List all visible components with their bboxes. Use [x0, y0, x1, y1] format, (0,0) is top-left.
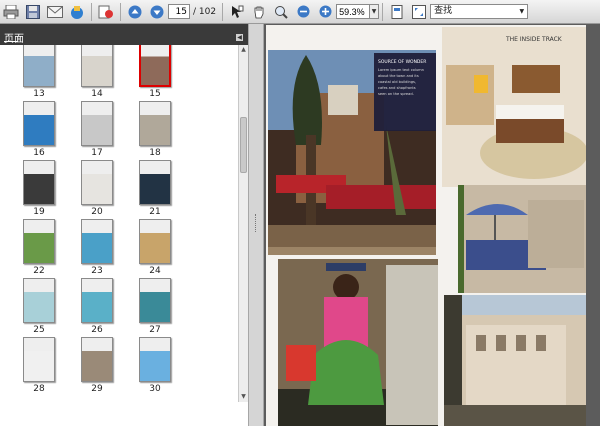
page-thumbnail[interactable]: [139, 337, 171, 382]
page-thumbnail[interactable]: [139, 45, 171, 87]
zoom-tool-icon: [275, 5, 288, 19]
prev-page-button[interactable]: [126, 3, 144, 21]
page-thumbnail[interactable]: [81, 45, 113, 87]
magazine-spread: SOURCE OF WONDER Lorem ipsum text column…: [266, 25, 586, 426]
find-input[interactable]: 查找 ▼: [430, 4, 529, 19]
prev-page-icon: [128, 5, 142, 18]
full-screen-icon: [412, 4, 427, 19]
page-thumbnail[interactable]: [81, 337, 113, 382]
page-thumbnail-label: 28: [33, 384, 45, 394]
print-icon: [3, 4, 19, 19]
zoom-in-button[interactable]: [316, 3, 334, 21]
page-thumbnail[interactable]: [81, 101, 113, 146]
zoom-out-icon: [297, 5, 310, 18]
page-thumbnail[interactable]: [23, 101, 55, 146]
page-thumbnail[interactable]: [139, 160, 171, 205]
panel-splitter[interactable]: [248, 24, 264, 426]
page-thumbnail-label: 25: [33, 325, 45, 335]
collapse-panel-icon[interactable]: ◀: [236, 34, 243, 41]
zoom-in-icon: [319, 5, 332, 18]
caption-line: Lorem ipsum text column: [378, 68, 424, 72]
toolbar-separator: [91, 2, 92, 21]
page-thumbnail-label: 19: [33, 207, 45, 217]
toolbar-separator: [222, 2, 224, 21]
toolbar-separator: [382, 2, 384, 21]
caption-line: cafes and shopfronts: [378, 86, 416, 90]
page-thumbnail[interactable]: [139, 219, 171, 264]
page-thumbnail-label: 15: [149, 89, 161, 99]
toolbar-separator: [120, 2, 121, 21]
zoom-tool-button[interactable]: [272, 3, 290, 21]
page-thumbnail-label: 22: [33, 266, 45, 276]
zoom-out-button[interactable]: [294, 3, 312, 21]
page-thumbnail-label: 24: [149, 266, 161, 276]
page-thumbnail[interactable]: [81, 160, 113, 205]
panel-title-underline: [4, 41, 18, 42]
sign-icon: [98, 5, 113, 18]
zoom-dropdown[interactable]: ▼: [370, 4, 380, 19]
page-thumbnail-label: 14: [91, 89, 103, 99]
page-thumbnail-label: 20: [91, 207, 103, 217]
page-thumbnail[interactable]: [81, 219, 113, 264]
upload-button[interactable]: [68, 3, 86, 21]
full-screen-button[interactable]: [410, 3, 428, 21]
page-thumbnail[interactable]: [139, 278, 171, 323]
page-thumbnail[interactable]: [23, 160, 55, 205]
page-thumbnail-label: 29: [91, 384, 103, 394]
zoom-level-input[interactable]: [336, 4, 371, 19]
page-thumbnail[interactable]: [23, 219, 55, 264]
page-thumbnail[interactable]: [139, 101, 171, 146]
page-thumbnail-label: 27: [149, 325, 161, 335]
caption-line: about the town and its: [378, 74, 419, 78]
scrollbar-thumb[interactable]: [240, 117, 247, 173]
caption-line: coastal old buildings,: [378, 80, 416, 84]
magazine-header: THE INSIDE TRACK: [505, 36, 563, 43]
page-thumbnail[interactable]: [23, 45, 55, 87]
select-text-icon: [232, 5, 244, 18]
page-thumbnail-label: 13: [33, 89, 45, 99]
chevron-down-icon[interactable]: ▼: [519, 5, 527, 18]
page-thumbnail-label: 16: [33, 148, 45, 158]
caption-line: seen on the spread.: [378, 92, 414, 96]
print-button[interactable]: [2, 3, 20, 21]
panel-title: 页面: [4, 34, 24, 45]
page-total: / 102: [193, 6, 217, 17]
hand-icon: [254, 6, 264, 18]
thumbnail-list: 13 14 15 16 17 18 19 20 21 22 23 24 25 26 27 28 29 30: [0, 45, 238, 402]
hand-tool-button[interactable]: [250, 3, 268, 21]
page-thumbnail-label: 26: [91, 325, 103, 335]
page-thumbnail[interactable]: [23, 278, 55, 323]
thumbnail-scrollbar[interactable]: ▲ ▼: [238, 45, 248, 402]
fit-page-icon: [391, 4, 403, 19]
find-input-text: 查找: [434, 6, 453, 16]
document-view[interactable]: SOURCE OF WONDER Lorem ipsum text column…: [264, 24, 600, 426]
page-thumbnail-label: 23: [91, 266, 103, 276]
caption-title: SOURCE OF WONDER: [378, 59, 426, 65]
email-button[interactable]: [46, 3, 64, 21]
scroll-up-icon[interactable]: ▲: [239, 45, 248, 55]
next-page-icon: [150, 5, 164, 18]
scroll-down-icon[interactable]: ▼: [239, 392, 248, 402]
page-thumbnail-label: 21: [149, 207, 161, 217]
save-icon: [26, 4, 40, 19]
next-page-button[interactable]: [148, 3, 166, 21]
save-button[interactable]: [24, 3, 42, 21]
magazine-spread-image: SOURCE OF WONDER Lorem ipsum text column…: [266, 25, 586, 426]
page-thumbnail-label: 18: [149, 148, 161, 158]
select-text-button[interactable]: [228, 3, 246, 21]
page-thumbnail[interactable]: [23, 337, 55, 382]
page-thumbnail-label: 30: [149, 384, 161, 394]
toolbar: / 102 ▼ 查找 ▼: [0, 0, 600, 24]
fit-page-button[interactable]: [388, 3, 406, 21]
page-thumbnail-label: 17: [91, 148, 103, 158]
upload-icon: [71, 5, 83, 19]
page-number-input[interactable]: [168, 4, 190, 19]
sign-button[interactable]: [97, 3, 115, 21]
email-icon: [47, 5, 63, 18]
splitter-grip[interactable]: [255, 214, 257, 232]
page-thumbnail[interactable]: [81, 278, 113, 323]
